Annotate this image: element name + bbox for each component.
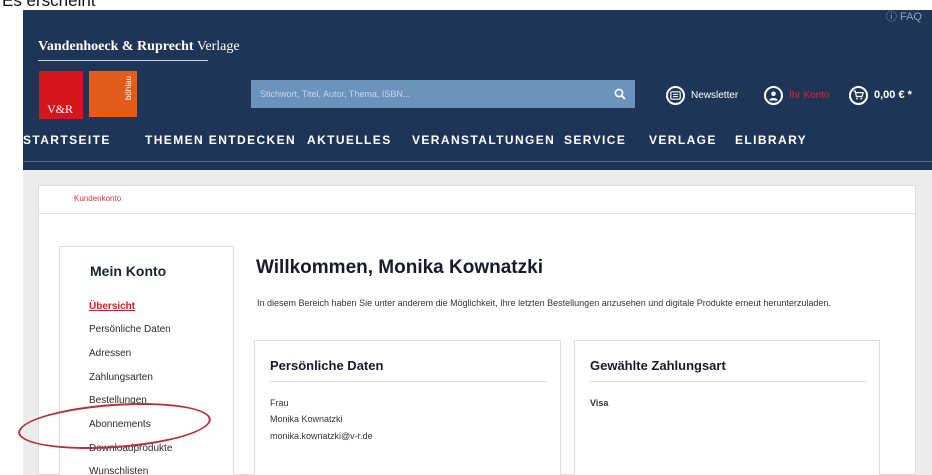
cart-icon [849,85,868,105]
help-icon: ⓘ [885,11,897,23]
personal-data-title: Persönliche Daten [270,358,384,373]
search-input[interactable] [251,80,611,108]
full-name-text: Monika Kownatzki [270,414,343,424]
faq-label: FAQ [899,11,922,23]
nav-elibrary[interactable]: ELIBRARY [735,133,807,147]
sidebar-item-uebersicht[interactable]: Übersicht [89,301,135,312]
sidebar-item-wunschlisten[interactable]: Wunschlisten [89,466,148,475]
nav-verlage[interactable]: VERLAGE [649,133,717,147]
newsletter-link[interactable]: Newsletter [666,83,738,107]
sidebar-title: Mein Konto [90,263,167,279]
nav-service[interactable]: SERVICE [564,133,626,147]
vr-logo-text: V&R [47,102,74,116]
newsletter-icon [666,85,685,105]
site-header: ⓘ FAQ Vandenhoeck & Ruprecht Verlage V&R… [23,10,932,170]
nav-veranstaltungen[interactable]: VERANSTALTUNGEN [412,133,555,147]
sidebar-item-adressen[interactable]: Adressen [89,348,131,359]
vr-logo[interactable]: V&R [39,71,83,119]
nav-startseite[interactable]: STARTSEITE [23,133,111,147]
newsletter-label: Newsletter [691,89,739,101]
payment-method-value: Visa [590,398,609,408]
boehlau-logo-text: böhlau [124,76,133,101]
nav-themen-entdecken[interactable]: THEMEN ENTDECKEN [145,133,296,147]
faq-link[interactable]: ⓘ FAQ [886,8,922,24]
personal-data-divider [270,381,547,382]
email-text: monika.kownatzki@v-r.de [270,431,373,441]
cart-total: 0,00 € * [874,89,912,101]
boehlau-logo[interactable]: böhlau [89,71,137,117]
brand-name: Vandenhoeck & Ruprecht [38,39,194,54]
breadcrumb-divider [38,213,916,214]
account-label: Ihr Konto [789,89,830,101]
intro-text: In diesem Bereich haben Sie unter andere… [257,298,831,308]
payment-method-box: Gewählte Zahlungsart Visa [574,340,880,475]
personal-data-box: Persönliche Daten Frau Monika Kownatzki … [254,340,561,475]
nav-aktuelles[interactable]: AKTUELLES [307,133,392,147]
salutation-text: Frau [270,398,289,408]
user-icon [764,85,783,105]
payment-method-title: Gewählte Zahlungsart [590,358,726,373]
sidebar-item-zahlungsarten[interactable]: Zahlungsarten [89,372,153,383]
main-nav: STARTSEITE THEMEN ENTDECKEN AKTUELLES VE… [23,131,932,153]
account-link[interactable]: Ihr Konto [764,83,830,107]
page-title: Willkommen, Monika Kownatzki [256,257,543,278]
sidebar-item-persoenliche-daten[interactable]: Persönliche Daten [89,324,171,335]
payment-method-divider [590,381,866,382]
brand-wordmark[interactable]: Vandenhoeck & Ruprecht Verlage [38,39,240,55]
nav-divider [23,161,932,162]
cart-link[interactable]: 0,00 € * [849,83,912,107]
brand-suffix: Verlage [196,39,240,54]
brand-underline [38,60,208,61]
search-icon[interactable] [614,88,626,100]
search-bar [251,80,635,108]
breadcrumb[interactable]: Kundenkonto [74,194,121,203]
